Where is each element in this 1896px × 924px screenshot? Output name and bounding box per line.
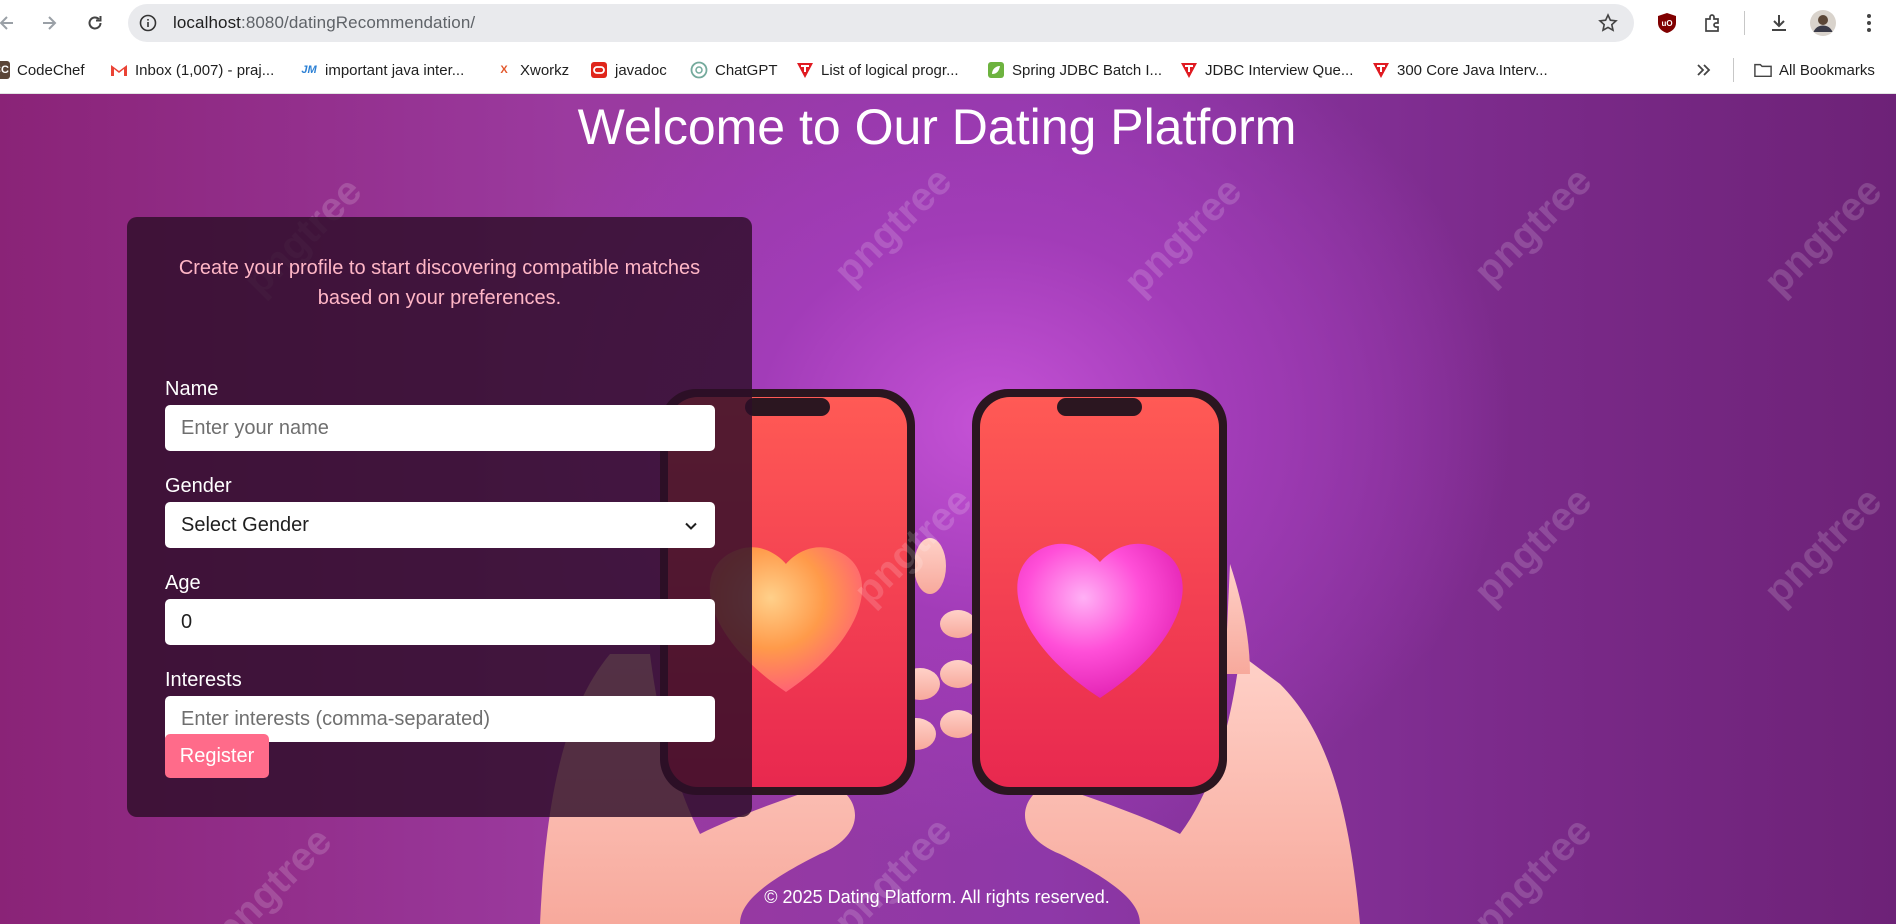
folder-icon: [1754, 61, 1772, 79]
bookmark-label: List of logical progr...: [821, 61, 959, 79]
page-content: pngtree pngtree pngtree pngtree pngtree …: [0, 94, 1896, 924]
bookmark-label: 300 Core Java Interv...: [1397, 61, 1548, 79]
bookmark-codechef[interactable]: CC CodeChef: [0, 58, 85, 82]
bookmark-chatgpt[interactable]: ChatGPT: [690, 58, 778, 82]
left-phone-notch: [745, 398, 830, 416]
age-label: Age: [165, 572, 201, 594]
gender-selected-value: Select Gender: [181, 513, 309, 536]
svg-text:uO: uO: [1661, 19, 1672, 28]
bookmark-label: Xworkz: [520, 61, 570, 79]
extensions-icon[interactable]: [1700, 10, 1726, 36]
interests-label: Interests: [165, 669, 242, 691]
bookmark-logical-programs[interactable]: List of logical progr...: [796, 58, 959, 82]
intro-text: Create your profile to start discovering…: [178, 257, 701, 309]
bookmarks-bar: CC CodeChef Inbox (1,007) - praj... JM i…: [0, 46, 1896, 94]
page-title: Welcome to Our Dating Platform: [577, 99, 1297, 155]
all-bookmarks-button[interactable]: All Bookmarks: [1754, 58, 1875, 82]
more-bookmarks-chevron-icon[interactable]: [1696, 58, 1712, 82]
right-finger: [940, 610, 976, 638]
name-label: Name: [165, 378, 219, 400]
toolbar-divider: [1744, 11, 1745, 35]
bookmark-gmail[interactable]: Inbox (1,007) - praj...: [110, 58, 274, 82]
right-phone-notch: [1057, 398, 1142, 416]
bookmark-label: JDBC Interview Que...: [1205, 61, 1354, 79]
right-thumb: [1225, 564, 1250, 674]
name-input[interactable]: Enter your name: [165, 405, 715, 451]
register-button[interactable]: Register: [165, 734, 269, 778]
javatpoint-icon: [796, 61, 814, 79]
url-host: localhost: [173, 13, 241, 32]
all-bookmarks-label: All Bookmarks: [1779, 61, 1875, 79]
downloads-icon[interactable]: [1766, 10, 1792, 36]
spring-icon: [987, 61, 1005, 79]
address-bar[interactable]: localhost:8080/datingRecommendation/: [128, 4, 1634, 42]
javatpoint-icon: [1372, 61, 1390, 79]
codechef-icon: CC: [0, 61, 10, 79]
url-text[interactable]: localhost:8080/datingRecommendation/: [173, 13, 475, 33]
bookmark-core-java[interactable]: 300 Core Java Interv...: [1372, 58, 1548, 82]
menu-kebab-icon[interactable]: [1856, 10, 1882, 36]
bookmarks-divider: [1733, 58, 1734, 82]
url-path: :8080/datingRecommendation/: [241, 13, 476, 32]
bookmark-label: javadoc: [615, 61, 667, 79]
footer-copyright: © 2025 Dating Platform. All rights reser…: [764, 887, 1110, 907]
bookmark-label: Inbox (1,007) - praj...: [135, 61, 275, 79]
bookmark-label: important java inter...: [325, 61, 465, 79]
bookmark-label: ChatGPT: [715, 61, 778, 79]
bookmark-jmse[interactable]: JM important java inter...: [300, 58, 464, 82]
bookmark-xworkz[interactable]: X Xworkz: [495, 58, 569, 82]
bookmark-star-icon[interactable]: [1598, 13, 1618, 38]
registration-card: Create your profile to start discovering…: [127, 217, 752, 817]
gmail-icon: [110, 61, 128, 79]
bookmark-javadoc[interactable]: javadoc: [590, 58, 667, 82]
browser-toolbar: localhost:8080/datingRecommendation/ uO: [0, 0, 1896, 46]
javatpoint-icon: [1180, 61, 1198, 79]
oracle-icon: [590, 61, 608, 79]
site-info-icon[interactable]: [136, 11, 160, 35]
forward-icon[interactable]: [36, 10, 62, 36]
bookmark-label: CodeChef: [17, 61, 85, 79]
right-finger: [940, 660, 976, 688]
gender-label: Gender: [165, 475, 232, 497]
xworkz-icon: X: [500, 64, 508, 76]
right-finger: [940, 710, 976, 738]
back-icon[interactable]: [0, 10, 20, 36]
bookmark-label: Spring JDBC Batch I...: [1012, 61, 1163, 79]
reload-icon[interactable]: [82, 10, 108, 36]
jmse-icon: JM: [301, 64, 317, 76]
age-input[interactable]: 0: [165, 599, 715, 645]
bookmark-jdbc-interview[interactable]: JDBC Interview Que...: [1180, 58, 1353, 82]
profile-avatar[interactable]: [1810, 10, 1836, 36]
gender-select[interactable]: Select Gender: [165, 502, 715, 548]
chatgpt-icon: [690, 61, 708, 79]
bookmark-spring-jdbc[interactable]: Spring JDBC Batch I...: [987, 58, 1162, 82]
ublock-icon[interactable]: uO: [1654, 10, 1680, 36]
chevron-down-icon: [683, 517, 699, 540]
